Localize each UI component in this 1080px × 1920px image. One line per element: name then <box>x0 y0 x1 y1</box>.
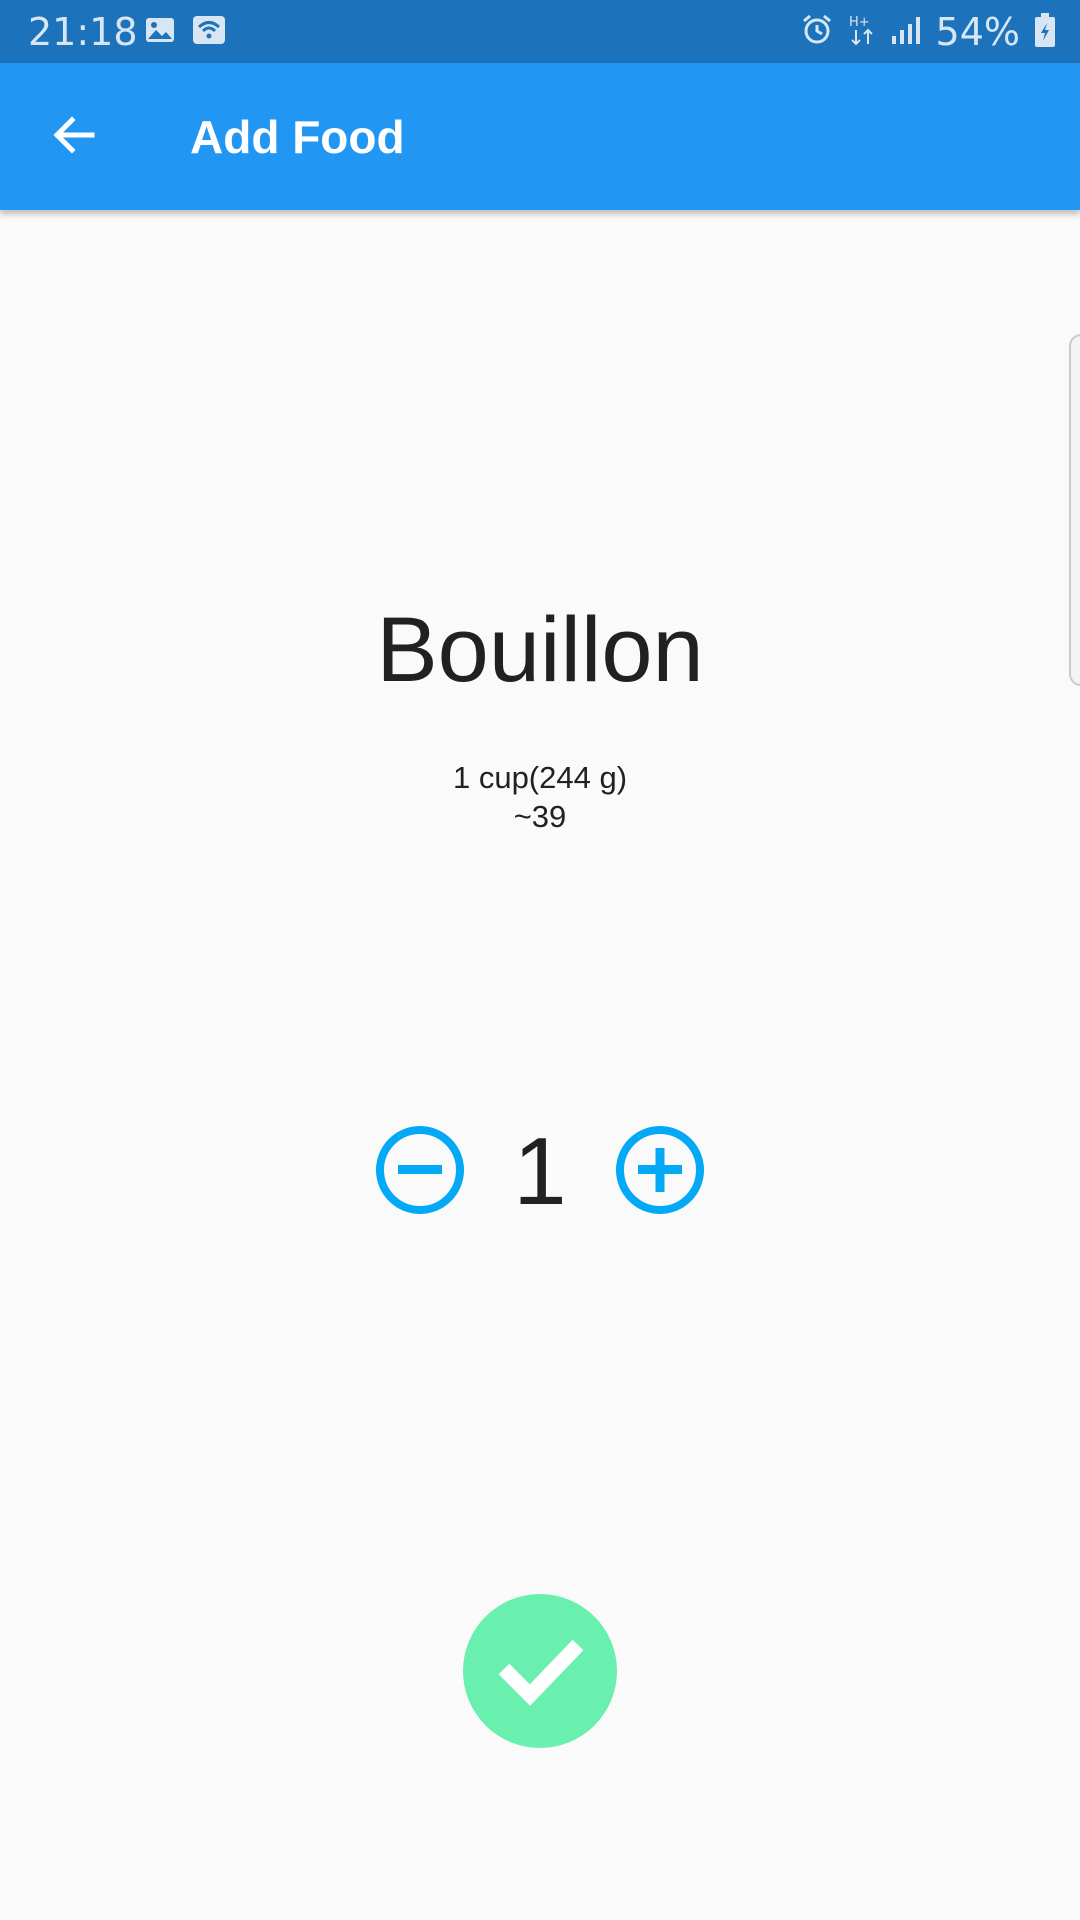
quantity-value: 1 <box>513 1118 567 1225</box>
svg-text:H+: H+ <box>849 15 870 30</box>
status-bar: 21:18 H+ 54% <box>0 0 1080 63</box>
back-button[interactable] <box>40 103 108 171</box>
image-icon <box>144 14 176 50</box>
add-circle-icon <box>614 1124 706 1221</box>
decrease-quantity-button[interactable] <box>374 1124 466 1221</box>
calories-value: ~39 <box>513 799 567 834</box>
app-bar: Add Food <box>0 63 1080 210</box>
wifi-icon <box>192 14 226 50</box>
remove-circle-icon <box>374 1124 466 1221</box>
arrow-back-icon <box>50 111 98 164</box>
check-icon <box>490 1619 590 1724</box>
page-title: Add Food <box>190 111 405 163</box>
battery-percent: 54% <box>935 10 1020 54</box>
signal-icon <box>890 14 922 50</box>
data-h-plus-icon: H+ <box>848 13 876 51</box>
serving-size: 1 cup(244 g) <box>452 760 628 795</box>
confirm-add-food-button[interactable] <box>463 1594 617 1748</box>
alarm-icon <box>800 13 834 51</box>
increase-quantity-button[interactable] <box>614 1124 706 1221</box>
battery-charging-icon <box>1034 12 1056 52</box>
food-name: Bouillon <box>376 599 704 701</box>
status-time: 21:18 <box>28 10 138 54</box>
